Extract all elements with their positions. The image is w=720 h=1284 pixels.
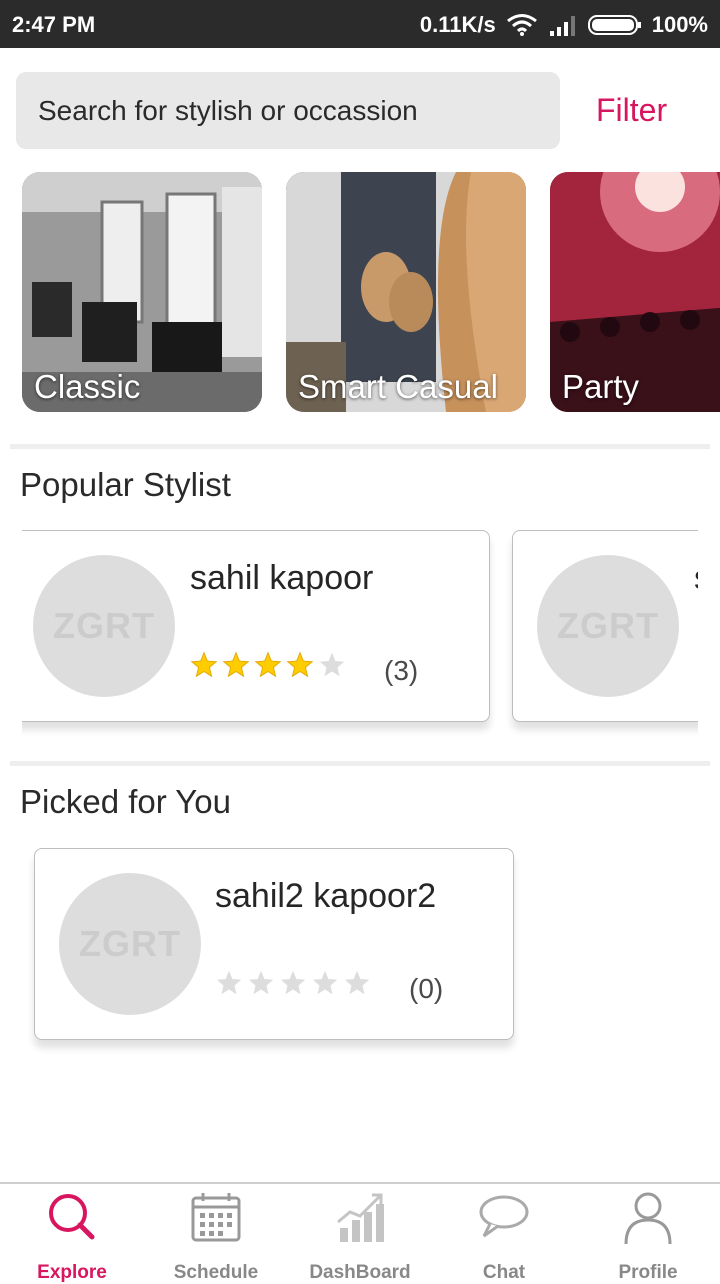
stylist-card[interactable]: ZGRT s (512, 530, 698, 722)
rating-stars (190, 651, 346, 679)
filter-button[interactable]: Filter (596, 92, 667, 129)
search-input[interactable] (36, 93, 540, 128)
star-filled-icon (222, 651, 250, 678)
star-empty-icon (248, 970, 274, 995)
stylist-name: s (694, 559, 698, 598)
star-empty-icon (344, 970, 370, 995)
stylist-name: sahil kapoor (190, 559, 374, 597)
nav-label: Schedule (173, 1262, 259, 1283)
star-empty-icon (280, 970, 306, 995)
star-filled-icon (286, 651, 314, 678)
battery-percent: 100% (651, 12, 708, 37)
star-empty-icon (216, 970, 242, 995)
nav-profile[interactable]: Profile (576, 1184, 720, 1283)
nav-explore[interactable]: Explore (0, 1184, 144, 1283)
category-label: Smart Casual (298, 368, 498, 405)
signal-icon (548, 13, 578, 37)
status-bar: 2:47 PM 0.11K/s 100% (0, 0, 720, 48)
calendar-icon (188, 1190, 244, 1246)
review-count: (3) (384, 655, 419, 686)
chat-bubble-icon (476, 1190, 532, 1246)
category-card-smart-casual[interactable]: Smart Casual (286, 172, 526, 412)
star-empty-icon (319, 652, 345, 677)
popular-stylist-carousel[interactable]: ZGRT sahil kapoor (3) ZGRT s (22, 530, 698, 740)
bottom-nav: Explore Schedule DashBoard Chat Profile (0, 1182, 720, 1283)
person-icon (620, 1190, 676, 1246)
category-label: Classic (34, 368, 141, 405)
nav-label: Explore (37, 1262, 107, 1283)
category-carousel[interactable]: Classic Smart Casual Party (22, 172, 720, 414)
wifi-icon (506, 13, 538, 37)
stylist-card[interactable]: ZGRT sahil2 kapoor2 (0) (34, 848, 514, 1040)
star-filled-icon (190, 651, 218, 678)
rating-stars (215, 969, 371, 997)
stylist-card[interactable]: ZGRT sahil kapoor (3) (22, 530, 490, 722)
search-box[interactable] (16, 72, 560, 149)
battery-icon (587, 13, 642, 37)
picked-for-you-title: Picked for You (20, 783, 231, 820)
search-icon (44, 1190, 100, 1246)
network-speed: 0.11K/s (419, 12, 496, 37)
stylist-name: sahil2 kapoor2 (215, 877, 437, 915)
section-divider (10, 444, 710, 449)
nav-chat[interactable]: Chat (432, 1184, 576, 1283)
avatar: ZGRT (537, 555, 679, 697)
section-divider (10, 761, 710, 766)
nav-schedule[interactable]: Schedule (144, 1184, 288, 1283)
category-card-party[interactable]: Party (550, 172, 720, 412)
star-empty-icon (312, 970, 338, 995)
category-card-classic[interactable]: Classic (22, 172, 262, 412)
nav-label: Profile (618, 1262, 678, 1283)
avatar: ZGRT (33, 555, 175, 697)
status-right: 0.11K/s 100% (420, 12, 708, 38)
review-count: (0) (409, 973, 444, 1004)
avatar: ZGRT (59, 873, 201, 1015)
chart-icon (332, 1190, 388, 1246)
star-filled-icon (254, 651, 282, 678)
popular-stylist-title: Popular Stylist (20, 466, 231, 503)
nav-label: Chat (482, 1262, 526, 1283)
nav-label: DashBoard (309, 1262, 411, 1283)
category-label: Party (562, 368, 640, 405)
status-time: 2:47 PM (12, 12, 96, 37)
nav-dashboard[interactable]: DashBoard (288, 1184, 432, 1283)
search-row: Filter (16, 72, 704, 150)
